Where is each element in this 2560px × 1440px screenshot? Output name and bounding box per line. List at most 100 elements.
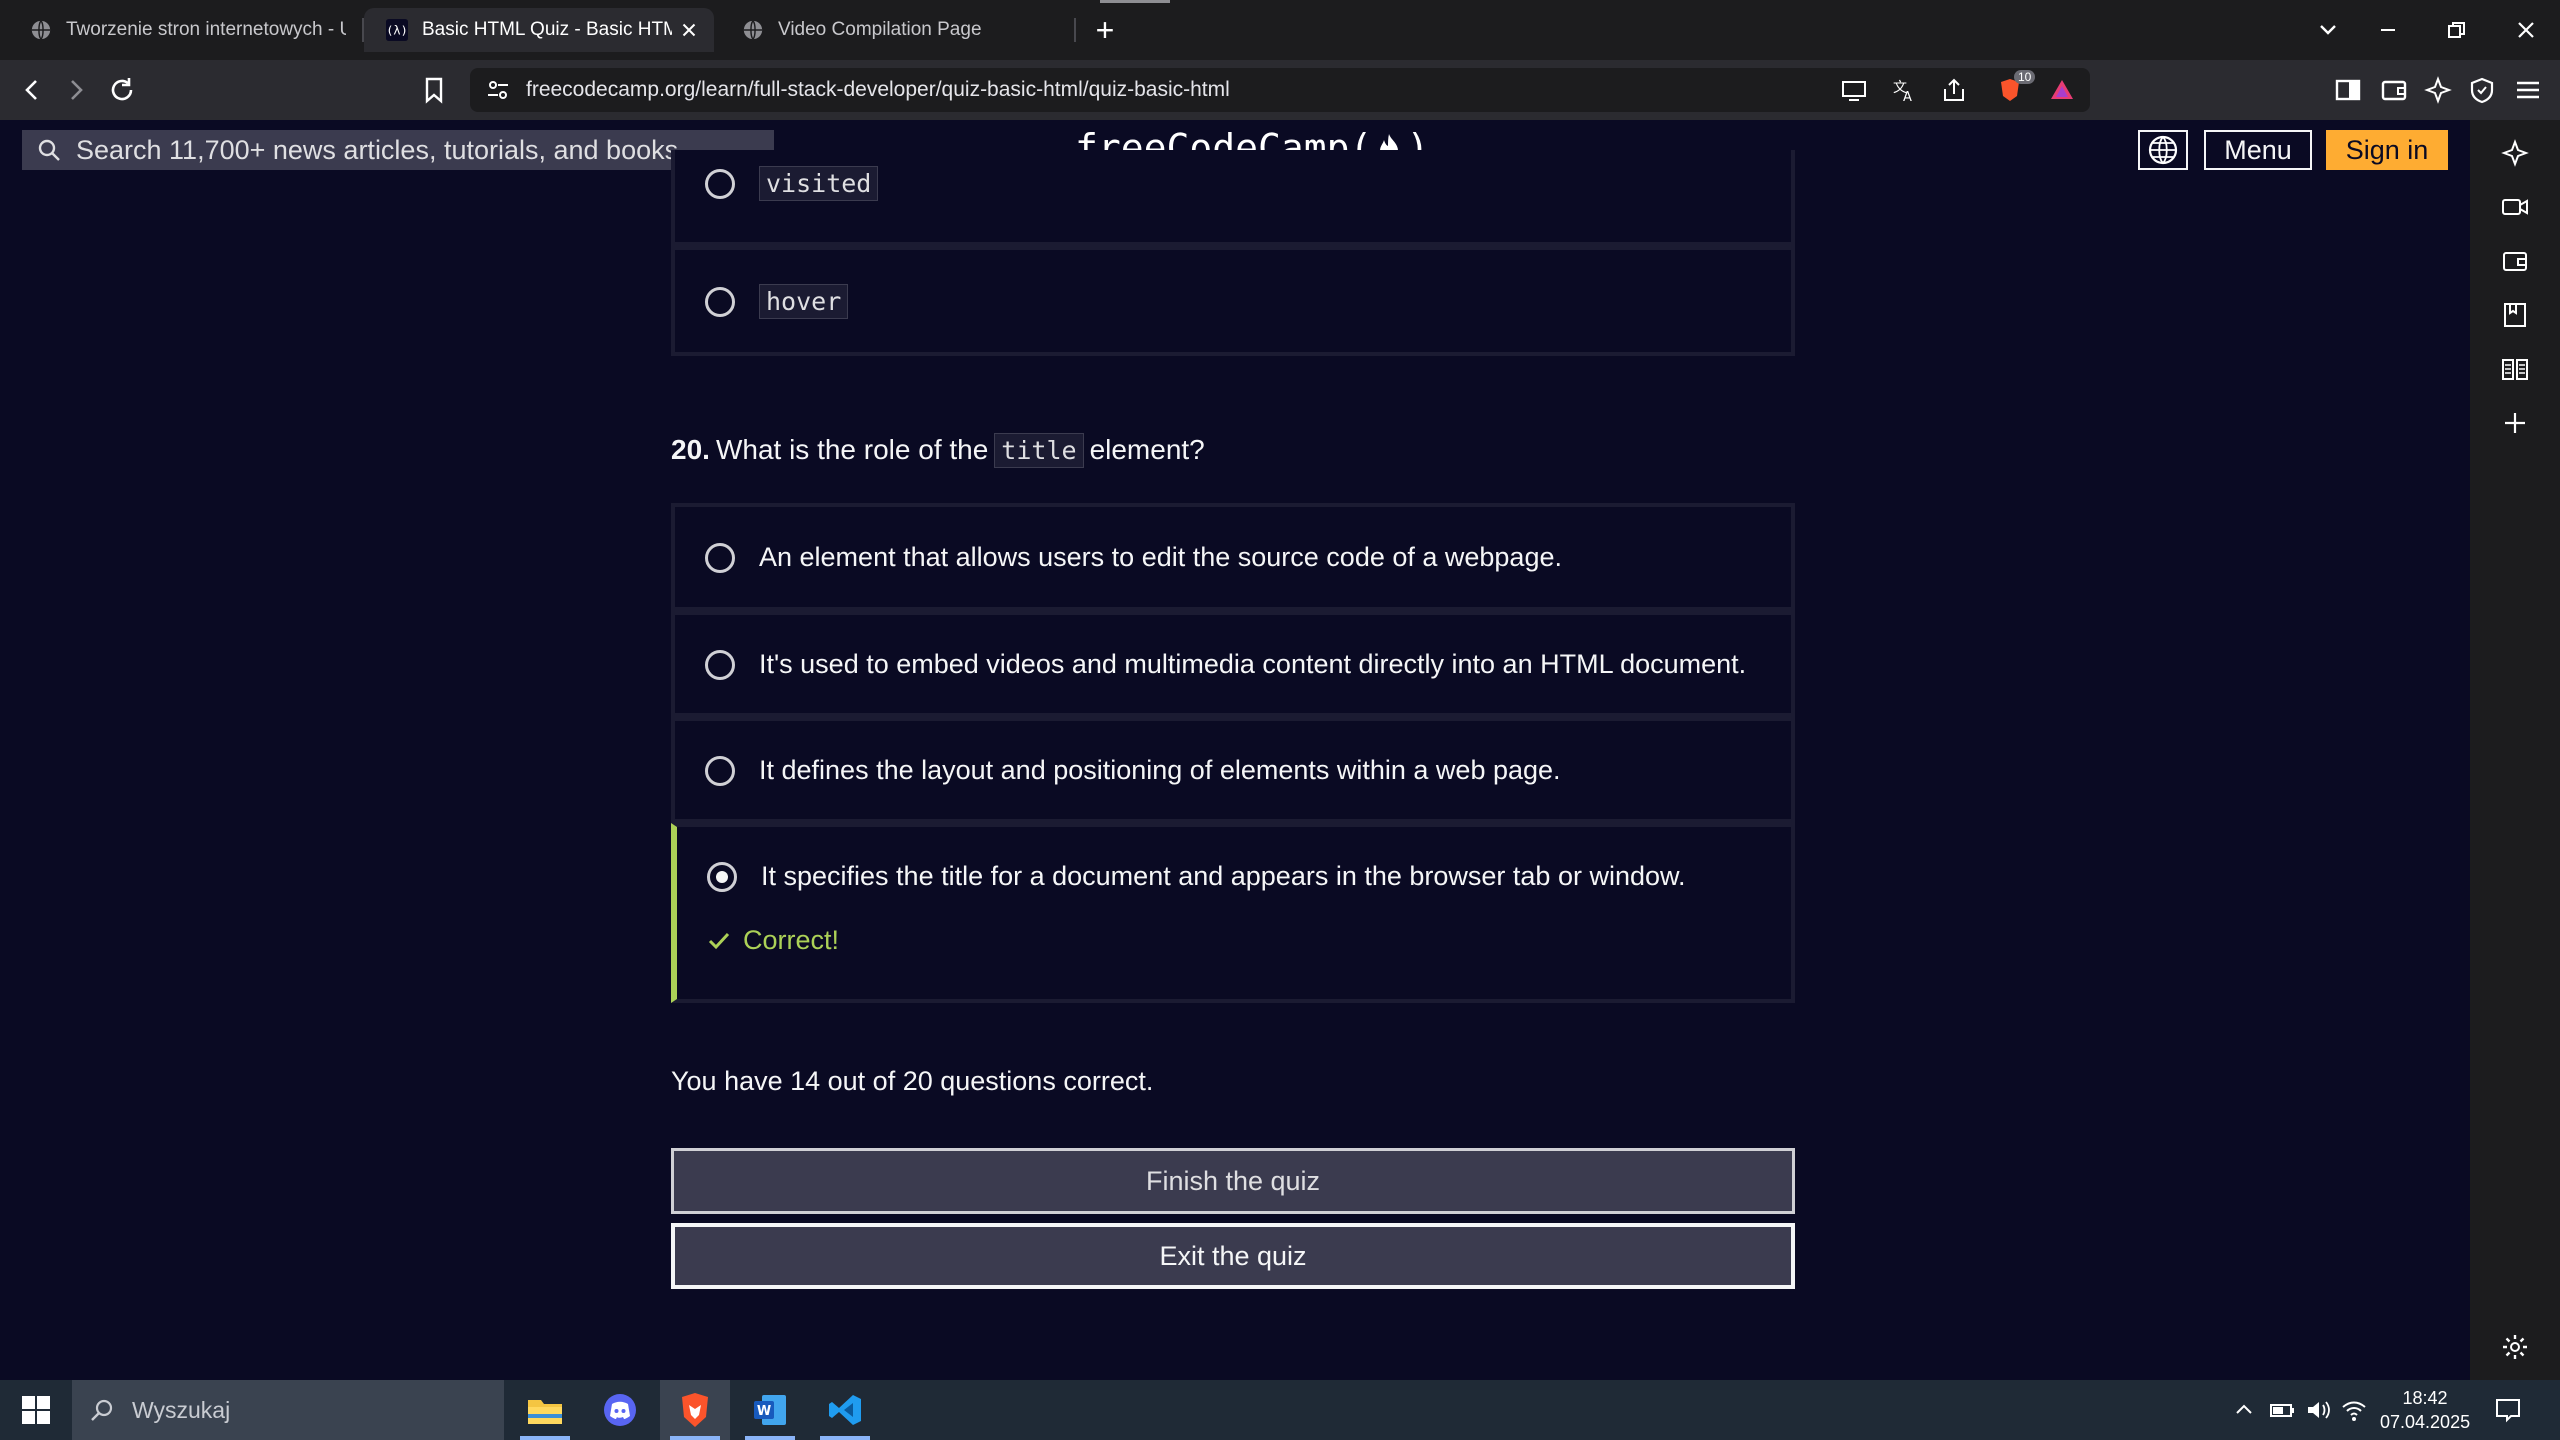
restore-icon[interactable] — [2440, 14, 2472, 46]
radio-button[interactable] — [705, 542, 735, 573]
forward-arrow-icon[interactable] — [60, 74, 92, 106]
word-icon: W — [754, 1395, 786, 1425]
system-clock[interactable]: 18:42 07.04.2025 — [2380, 1386, 2470, 1434]
new-tab-button[interactable]: + — [1090, 10, 1120, 50]
tab-label: Video Compilation Page — [778, 19, 982, 40]
tab-tworzenie-stron[interactable]: Tworzenie stron internetowych - Un — [8, 8, 360, 52]
svg-text:(λ): (λ) — [386, 24, 408, 38]
question-text: What is the role of the — [715, 434, 989, 465]
quiz-option[interactable]: hover — [671, 246, 1795, 356]
battery-icon[interactable] — [2268, 1396, 2296, 1424]
clock-date: 07.04.2025 — [2380, 1412, 2471, 1432]
file-explorer-icon — [528, 1400, 562, 1424]
search-icon — [91, 1399, 113, 1421]
wifi-icon[interactable] — [2340, 1396, 2368, 1424]
brave-rewards-icon[interactable] — [2048, 76, 2076, 104]
radio-button[interactable] — [705, 286, 735, 317]
taskbar-app-brave[interactable] — [660, 1380, 730, 1440]
option-row: It's used to embed videos and multimedia… — [675, 649, 1791, 680]
browser-toolbar: freecodecamp.org/learn/full-stack-develo… — [0, 60, 2560, 120]
globe-icon — [2148, 135, 2178, 165]
leo-ai-icon[interactable] — [2422, 74, 2454, 106]
option-text: It defines the layout and positioning of… — [759, 755, 1561, 785]
radio-button[interactable] — [705, 649, 735, 680]
browser-side-panel — [2470, 120, 2560, 1380]
tab-label: Tworzenie stron internetowych - Un — [66, 19, 346, 40]
shields-count-badge: 10 — [2014, 70, 2036, 84]
share-icon[interactable] — [1940, 76, 1968, 104]
reading-list-icon[interactable] — [2500, 354, 2530, 384]
minimize-icon[interactable] — [2372, 14, 2404, 46]
radio-button[interactable] — [705, 168, 735, 199]
exit-quiz-button[interactable]: Exit the quiz — [671, 1223, 1795, 1289]
option-text: It specifies the title for a document an… — [761, 861, 1686, 891]
taskbar-app-word[interactable]: W — [735, 1380, 805, 1440]
sidebar-toggle-icon[interactable] — [2332, 74, 2364, 106]
option-row: It specifies the title for a document an… — [677, 861, 1791, 892]
option-row: hover — [675, 284, 1791, 319]
windows-start-icon[interactable] — [20, 1394, 52, 1426]
taskbar-app-discord[interactable] — [585, 1380, 655, 1440]
chevron-up-icon[interactable] — [2230, 1396, 2258, 1424]
taskbar-search-box[interactable] — [72, 1380, 504, 1440]
option-text: It's used to embed videos and multimedia… — [759, 649, 1747, 679]
radio-button[interactable] — [705, 755, 735, 786]
feedback-text: Correct! — [743, 925, 840, 955]
tab-scroll-indicator — [1100, 0, 1170, 3]
tab-divider — [1074, 18, 1076, 42]
globe-icon — [743, 20, 763, 40]
url-text[interactable]: freecodecamp.org/learn/full-stack-develo… — [526, 68, 1230, 112]
vscode-icon — [829, 1395, 861, 1425]
reload-icon[interactable] — [106, 74, 138, 106]
language-button[interactable] — [2138, 130, 2188, 170]
volume-icon[interactable] — [2304, 1396, 2332, 1424]
menu-button[interactable]: Menu — [2204, 130, 2312, 170]
gear-icon[interactable] — [2500, 1332, 2530, 1362]
close-window-icon[interactable] — [2510, 14, 2542, 46]
svg-text:A: A — [1903, 90, 1912, 104]
search-icon — [38, 139, 60, 161]
taskbar-app-vscode[interactable] — [810, 1380, 880, 1440]
site-search-input[interactable] — [76, 134, 756, 166]
add-panel-icon[interactable] — [2500, 408, 2530, 438]
hamburger-menu-icon[interactable] — [2512, 74, 2544, 106]
checkmark-icon — [708, 932, 730, 949]
tab-label: Basic HTML Quiz - Basic HTML Quiz — [422, 19, 672, 40]
tab-list-chevron-icon[interactable] — [2312, 14, 2344, 46]
quiz-option-selected[interactable]: It specifies the title for a document an… — [671, 823, 1795, 1003]
taskbar-app-file-explorer[interactable] — [510, 1380, 580, 1440]
finish-quiz-button[interactable]: Finish the quiz — [671, 1148, 1795, 1214]
question-code: title — [994, 432, 1084, 468]
site-search-box[interactable] — [22, 130, 774, 170]
sign-in-button[interactable]: Sign in — [2326, 130, 2448, 170]
brave-talk-icon[interactable] — [2500, 192, 2530, 222]
discord-icon — [604, 1394, 636, 1426]
option-code: hover — [759, 284, 849, 319]
bookmark-icon[interactable] — [418, 74, 450, 106]
back-arrow-icon[interactable] — [16, 74, 48, 106]
option-code: visited — [759, 166, 879, 201]
option-row: It defines the layout and positioning of… — [675, 755, 1791, 786]
address-bar[interactable]: freecodecamp.org/learn/full-stack-develo… — [470, 68, 2090, 112]
question-number: 20. — [671, 434, 710, 465]
bookmarks-panel-icon[interactable] — [2500, 300, 2530, 330]
quiz-option[interactable]: An element that allows users to edit the… — [671, 503, 1795, 611]
tab-basic-html-quiz[interactable]: (λ) Basic HTML Quiz - Basic HTML Quiz — [364, 8, 714, 52]
site-settings-icon[interactable] — [484, 76, 512, 104]
wallet-icon[interactable] — [2378, 74, 2410, 106]
notification-center-icon[interactable] — [2494, 1396, 2522, 1424]
close-tab-icon[interactable] — [678, 19, 700, 41]
cast-icon[interactable] — [1840, 76, 1868, 104]
leo-ai-icon[interactable] — [2500, 138, 2530, 168]
taskbar-search-input[interactable] — [132, 1396, 472, 1424]
radio-button-checked[interactable] — [707, 861, 737, 892]
feedback-row: Correct! — [707, 925, 839, 956]
wallet-icon[interactable] — [2500, 246, 2530, 276]
option-row: An element that allows users to edit the… — [675, 542, 1791, 573]
translate-icon[interactable]: 文A — [1890, 76, 1918, 104]
quiz-option[interactable]: It's used to embed videos and multimedia… — [671, 611, 1795, 717]
tab-video-compilation[interactable]: Video Compilation Page — [720, 8, 1072, 52]
quiz-option[interactable]: visited — [671, 150, 1795, 246]
vpn-icon[interactable] — [2466, 74, 2498, 106]
quiz-option[interactable]: It defines the layout and positioning of… — [671, 717, 1795, 823]
